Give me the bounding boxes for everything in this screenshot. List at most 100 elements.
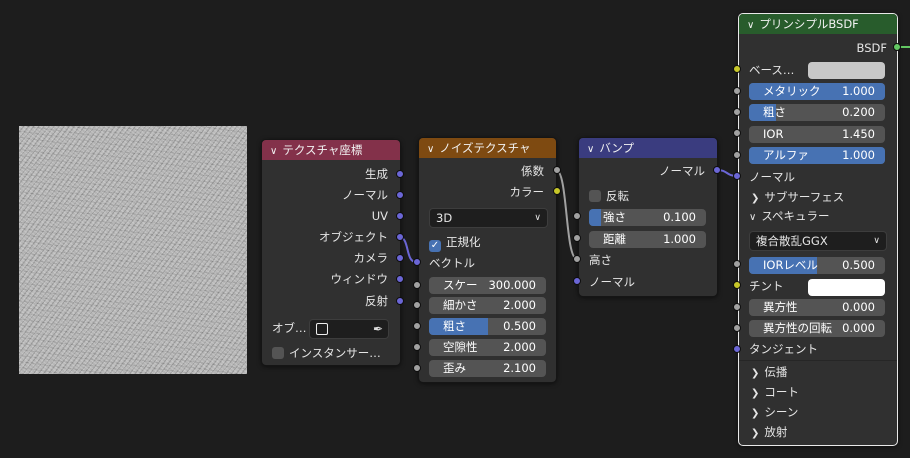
socket-normal-out[interactable] bbox=[396, 191, 404, 199]
texture-coordinate-node[interactable]: ∨ テクスチャ座標 生成 ノーマル UV オブジェクト カメラ ウィンドウ 反射 … bbox=[261, 139, 401, 366]
roughness-value: 0.500 bbox=[503, 319, 536, 333]
tint-swatch[interactable] bbox=[808, 279, 885, 296]
socket-fac-out[interactable] bbox=[553, 166, 561, 174]
texture-coordinate-header[interactable]: ∨ テクスチャ座標 bbox=[262, 140, 400, 160]
normal-input-label: ノーマル bbox=[589, 275, 635, 289]
distance-field[interactable]: 距離 1.000 bbox=[589, 231, 706, 248]
socket-bsdf-out[interactable] bbox=[893, 43, 901, 51]
scale-value: 300.000 bbox=[488, 278, 536, 292]
socket-uv-out[interactable] bbox=[396, 212, 404, 220]
socket-ior-in[interactable] bbox=[733, 129, 741, 137]
principled-bsdf-header[interactable]: ∨ プリンシプルBSDF bbox=[739, 14, 897, 34]
sheen-panel-toggle[interactable]: ❯ シーン bbox=[751, 403, 798, 421]
specular-panel-toggle[interactable]: ∨ スペキュラー bbox=[749, 207, 830, 225]
noise-texture-node[interactable]: ∨ ノイズテクスチャ 係数 カラー 3D ∨ ✓ 正規化 ベクトル スケー 300.… bbox=[418, 137, 557, 383]
chevron-right-icon: ❯ bbox=[751, 408, 760, 419]
socket-base-color-in[interactable] bbox=[733, 65, 741, 73]
socket-height-in[interactable] bbox=[573, 255, 581, 263]
coat-panel-toggle[interactable]: ❯ コート bbox=[751, 383, 799, 401]
invert-label: 反転 bbox=[606, 189, 629, 203]
instancer-checkbox[interactable]: インスタンサー… bbox=[272, 344, 381, 362]
socket-metallic-in[interactable] bbox=[733, 87, 741, 95]
output-camera: カメラ bbox=[353, 251, 389, 265]
bump-node[interactable]: ∨ バンプ ノーマル 反転 強さ 0.100 距離 1.000 高さ ノーマル bbox=[578, 137, 718, 297]
base-color-swatch[interactable] bbox=[808, 62, 885, 79]
socket-normal-in[interactable] bbox=[733, 172, 741, 180]
invert-checkbox[interactable]: 反転 bbox=[589, 187, 629, 205]
alpha-field[interactable]: アルファ 1.000 bbox=[749, 147, 885, 164]
socket-camera-out[interactable] bbox=[396, 254, 404, 262]
socket-detail-in[interactable] bbox=[413, 301, 421, 309]
socket-bump-normal-in[interactable] bbox=[573, 277, 581, 285]
eyedropper-icon[interactable]: ✒ bbox=[373, 320, 383, 338]
alpha-value: 1.000 bbox=[842, 148, 875, 162]
bump-header[interactable]: ∨ バンプ bbox=[579, 138, 717, 158]
alpha-label: アルファ bbox=[763, 148, 809, 162]
vector-input-label: ベクトル bbox=[429, 256, 475, 270]
socket-distortion-in[interactable] bbox=[413, 364, 421, 372]
socket-tangent-in[interactable] bbox=[733, 345, 741, 353]
detail-field[interactable]: 細かさ 2.000 bbox=[429, 297, 546, 314]
socket-roughness-in[interactable] bbox=[413, 322, 421, 330]
socket-window-out[interactable] bbox=[396, 275, 404, 283]
normalize-checkbox-box[interactable]: ✓ bbox=[429, 240, 441, 252]
lacunarity-field[interactable]: 空隙性 2.000 bbox=[429, 339, 546, 356]
transmission-panel-toggle[interactable]: ❯ 伝播 bbox=[751, 363, 787, 381]
normalize-checkbox[interactable]: ✓ 正規化 bbox=[429, 233, 481, 252]
socket-bump-normal-out[interactable] bbox=[713, 166, 721, 174]
distortion-field[interactable]: 歪み 2.100 bbox=[429, 360, 546, 377]
ior-field[interactable]: IOR 1.450 bbox=[749, 126, 885, 143]
dimension-dropdown[interactable]: 3D ∨ bbox=[429, 208, 548, 228]
output-normal: ノーマル bbox=[659, 164, 705, 178]
ior-level-field[interactable]: IORレベル 0.500 bbox=[749, 257, 885, 274]
chevron-down-icon[interactable]: ∨ bbox=[587, 140, 594, 158]
socket-anisotropic-in[interactable] bbox=[733, 303, 741, 311]
instancer-checkbox-box[interactable] bbox=[272, 347, 284, 359]
socket-lacunarity-in[interactable] bbox=[413, 343, 421, 351]
anisotropic-rotation-field[interactable]: 異方性の回転 0.000 bbox=[749, 320, 885, 337]
roughness-label: 粗さ bbox=[443, 319, 466, 333]
metallic-field[interactable]: メタリック 1.000 bbox=[749, 83, 885, 100]
socket-distance-in[interactable] bbox=[573, 234, 581, 242]
chevron-down-icon[interactable]: ∨ bbox=[427, 140, 434, 158]
noise-texture-header[interactable]: ∨ ノイズテクスチャ bbox=[419, 138, 556, 158]
object-label: オブ… bbox=[272, 321, 307, 335]
node-title: バンプ bbox=[599, 141, 635, 155]
subsurface-label: サブサーフェス bbox=[764, 190, 845, 204]
distance-label: 距離 bbox=[603, 232, 626, 246]
panel-divider bbox=[739, 360, 897, 361]
coat-label: コート bbox=[764, 385, 799, 399]
metallic-label: メタリック bbox=[763, 84, 821, 98]
socket-roughness-in[interactable] bbox=[733, 108, 741, 116]
roughness-field[interactable]: 粗さ 0.200 bbox=[749, 104, 885, 121]
strength-field[interactable]: 強さ 0.100 bbox=[589, 209, 706, 226]
socket-anisotropic-rotation-in[interactable] bbox=[733, 324, 741, 332]
scale-label: スケー bbox=[443, 278, 478, 292]
socket-alpha-in[interactable] bbox=[733, 151, 741, 159]
socket-scale-in[interactable] bbox=[413, 281, 421, 289]
invert-checkbox-box[interactable] bbox=[589, 190, 601, 202]
roughness-field[interactable]: 粗さ 0.500 bbox=[429, 318, 546, 335]
emission-panel-toggle[interactable]: ❯ 放射 bbox=[751, 423, 787, 441]
detail-label: 細かさ bbox=[443, 298, 478, 312]
strength-label: 強さ bbox=[603, 210, 626, 224]
socket-reflection-out[interactable] bbox=[396, 297, 404, 305]
anisotropic-field[interactable]: 異方性 0.000 bbox=[749, 299, 885, 316]
principled-bsdf-node[interactable]: ∨ プリンシプルBSDF BSDF ベース… メタリック 1.000 粗さ 0.2… bbox=[738, 13, 898, 446]
subsurface-panel-toggle[interactable]: ❯ サブサーフェス bbox=[751, 188, 844, 206]
socket-vector-in[interactable] bbox=[413, 258, 421, 266]
ior-level-value: 0.500 bbox=[842, 258, 875, 272]
socket-color-out[interactable] bbox=[553, 187, 561, 195]
object-picker-field[interactable]: ✒ bbox=[309, 319, 389, 339]
socket-ior-level-in[interactable] bbox=[733, 260, 741, 268]
chevron-down-icon[interactable]: ∨ bbox=[747, 16, 754, 34]
output-reflection: 反射 bbox=[365, 294, 388, 308]
chevron-down-icon[interactable]: ∨ bbox=[270, 142, 277, 160]
scale-field[interactable]: スケー 300.000 bbox=[429, 277, 546, 294]
distortion-label: 歪み bbox=[443, 361, 466, 375]
socket-tint-in[interactable] bbox=[733, 281, 741, 289]
socket-generated-out[interactable] bbox=[396, 170, 404, 178]
socket-strength-in[interactable] bbox=[573, 212, 581, 220]
socket-object-out[interactable] bbox=[396, 233, 404, 241]
distribution-dropdown[interactable]: 複合散乱GGX ∨ bbox=[749, 231, 887, 251]
